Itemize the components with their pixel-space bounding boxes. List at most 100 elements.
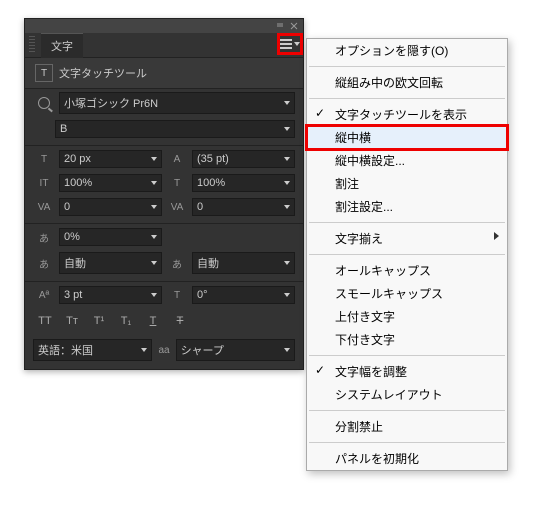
aki-right-field[interactable]: 自動 xyxy=(192,252,295,274)
chevron-down-icon xyxy=(294,42,300,46)
rotation-icon: T xyxy=(166,286,188,304)
close-icon[interactable] xyxy=(289,21,299,31)
tab-character[interactable]: 文字 xyxy=(41,33,83,58)
tracking-icon: VA xyxy=(166,198,188,216)
leading-icon: A xyxy=(166,150,188,168)
search-icon[interactable] xyxy=(33,94,55,112)
rotation-field[interactable]: 0° xyxy=(192,286,295,304)
chevron-down-icon xyxy=(284,348,290,352)
chevron-down-icon xyxy=(151,261,157,265)
aki-left-value: 自動 xyxy=(64,255,86,271)
aki-left-icon: あ xyxy=(33,254,55,272)
menu-vert-latin-rotate[interactable]: 縦組み中の欧文回転 xyxy=(307,71,507,94)
tracking-value: 0 xyxy=(197,201,203,213)
menu-show-touch-tool[interactable]: ✓ 文字タッチツールを表示 xyxy=(307,103,507,126)
menu-hide-options[interactable]: オプションを隠す(O) xyxy=(307,39,507,62)
menu-separator xyxy=(309,98,505,99)
touch-tool-row[interactable]: T 文字タッチツール xyxy=(25,57,303,89)
subscript-button[interactable]: T₁ xyxy=(114,310,138,332)
menu-all-caps[interactable]: オールキャップス xyxy=(307,259,507,282)
font-family-row: 小塚ゴシック Pr6N xyxy=(25,89,303,117)
grip-icon[interactable] xyxy=(29,36,35,54)
propw-icon: あ xyxy=(33,228,55,246)
hamburger-icon xyxy=(278,39,292,49)
menu-reset-panel[interactable]: パネルを初期化 xyxy=(307,447,507,470)
font-style-field[interactable]: B xyxy=(55,120,295,138)
propw-field[interactable]: 0% xyxy=(59,228,162,246)
menu-adjust-width[interactable]: ✓ 文字幅を調整 xyxy=(307,360,507,383)
menu-warichu[interactable]: 割注 xyxy=(307,172,507,195)
propw-value: 0% xyxy=(64,231,80,243)
chevron-down-icon xyxy=(151,293,157,297)
vscale-value: 100% xyxy=(64,177,92,189)
menu-separator xyxy=(309,66,505,67)
menu-separator xyxy=(309,222,505,223)
leading-field[interactable]: (35 pt) xyxy=(192,150,295,168)
menu-tatechuyoko-settings[interactable]: 縦中横設定... xyxy=(307,149,507,172)
kerning-value: 0 xyxy=(64,201,70,213)
menu-separator xyxy=(309,355,505,356)
check-icon: ✓ xyxy=(315,106,325,120)
panel-context-menu: オプションを隠す(O) 縦組み中の欧文回転 ✓ 文字タッチツールを表示 縦中横 … xyxy=(306,38,508,471)
chevron-down-icon xyxy=(151,235,157,239)
kerning-icon: VA xyxy=(33,198,55,216)
font-size-icon: T xyxy=(33,150,55,168)
baseline-value: 3 pt xyxy=(64,289,82,301)
leading-value: (35 pt) xyxy=(197,153,229,165)
language-field[interactable]: 英語：米国 xyxy=(33,339,152,361)
submenu-arrow-icon xyxy=(494,232,499,240)
antialias-value: シャープ xyxy=(181,342,224,358)
menu-separator xyxy=(309,254,505,255)
touch-tool-icon: T xyxy=(35,64,53,82)
tracking-field[interactable]: 0 xyxy=(192,198,295,216)
chevron-down-icon xyxy=(284,127,290,131)
baseline-field[interactable]: 3 pt xyxy=(59,286,162,304)
antialias-field[interactable]: シャープ xyxy=(176,339,295,361)
strikethrough-button[interactable]: T xyxy=(168,310,192,332)
menu-warichu-settings[interactable]: 割注設定... xyxy=(307,195,507,218)
menu-subscript[interactable]: 下付き文字 xyxy=(307,328,507,351)
aki-left-field[interactable]: 自動 xyxy=(59,252,162,274)
font-family-value: 小塚ゴシック Pr6N xyxy=(64,95,158,111)
font-size-value: 20 px xyxy=(64,153,91,165)
menu-no-break[interactable]: 分割禁止 xyxy=(307,415,507,438)
chevron-down-icon xyxy=(284,157,290,161)
touch-tool-label: 文字タッチツール xyxy=(59,65,147,81)
hscale-field[interactable]: 100% xyxy=(192,174,295,192)
hscale-value: 100% xyxy=(197,177,225,189)
collapse-icon[interactable] xyxy=(275,21,285,31)
panel-menu-button[interactable] xyxy=(277,35,301,53)
check-icon: ✓ xyxy=(315,363,325,377)
chevron-down-icon xyxy=(151,205,157,209)
menu-separator xyxy=(309,442,505,443)
baseline-icon: Aª xyxy=(33,286,55,304)
chevron-down-icon xyxy=(141,348,147,352)
chevron-down-icon xyxy=(284,261,290,265)
menu-tatechuyoko[interactable]: 縦中横 xyxy=(307,126,507,149)
hscale-icon: T xyxy=(166,174,188,192)
chevron-down-icon xyxy=(284,181,290,185)
menu-moji-soroe[interactable]: 文字揃え xyxy=(307,227,507,250)
smallcaps-button[interactable]: Tт xyxy=(60,310,84,332)
menu-small-caps[interactable]: スモールキャップス xyxy=(307,282,507,305)
font-family-field[interactable]: 小塚ゴシック Pr6N xyxy=(59,92,295,114)
menu-system-layout[interactable]: システムレイアウト xyxy=(307,383,507,406)
aki-right-icon: あ xyxy=(166,254,188,272)
language-value: 英語：米国 xyxy=(38,342,93,358)
style-buttons-row: TT Tт T¹ T₁ T T xyxy=(25,307,303,335)
underline-button[interactable]: T xyxy=(141,310,165,332)
superscript-button[interactable]: T¹ xyxy=(87,310,111,332)
panel-titlebar xyxy=(25,19,303,33)
allcaps-button[interactable]: TT xyxy=(33,310,57,332)
menu-superscript[interactable]: 上付き文字 xyxy=(307,305,507,328)
character-panel: 文字 T 文字タッチツール 小塚ゴシック Pr6N B T 20 px xyxy=(24,18,304,370)
vscale-field[interactable]: 100% xyxy=(59,174,162,192)
kerning-field[interactable]: 0 xyxy=(59,198,162,216)
panel-tabbar: 文字 xyxy=(25,33,303,57)
chevron-down-icon xyxy=(284,293,290,297)
rotation-value: 0° xyxy=(197,289,208,301)
chevron-down-icon xyxy=(284,205,290,209)
font-style-value: B xyxy=(60,123,67,135)
chevron-down-icon xyxy=(151,157,157,161)
font-size-field[interactable]: 20 px xyxy=(59,150,162,168)
